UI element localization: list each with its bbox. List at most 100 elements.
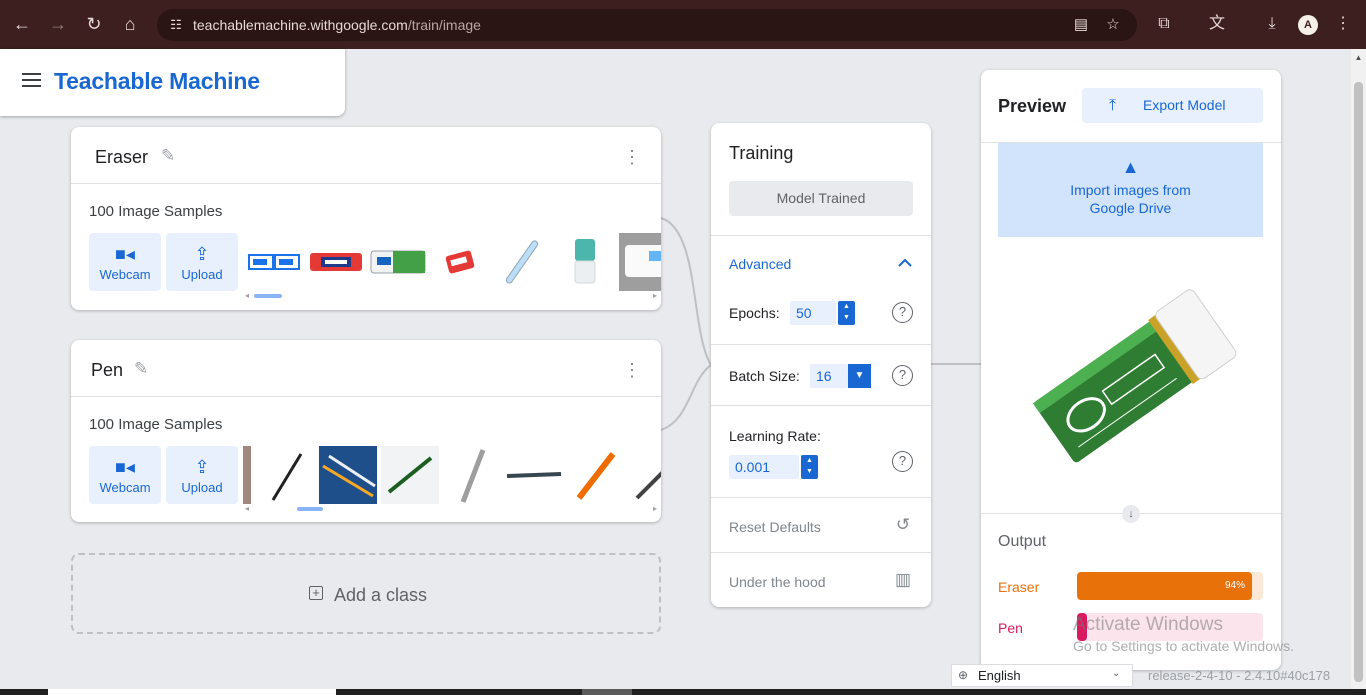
upload-icon: ⇪ [194,244,210,264]
output-label-eraser: Eraser [998,579,1040,595]
sample-thumbnail[interactable] [629,446,661,504]
advanced-toggle[interactable]: Advanced [729,256,791,272]
webcam-icon: ■◂ [115,457,135,477]
windows-activation-title: Activate Windows [1073,614,1223,635]
back-icon[interactable]: ← [10,12,34,36]
webcam-icon: ■◂ [115,244,135,264]
upload-button[interactable]: ⇪ Upload [166,446,238,504]
training-title: Training [729,143,794,163]
import-google-drive-button[interactable]: ▲ Import images from Google Drive [998,143,1263,237]
divider [711,497,931,498]
confidence-bar-eraser: 94% [1077,572,1263,600]
scroll-left-icon[interactable]: ◂ [245,504,249,513]
windows-activation-subtitle: Go to Settings to activate Windows. [1073,638,1294,654]
globe-icon: ⊕ [958,668,969,682]
url-text[interactable]: teachablemachine.withgoogle.com/train/im… [193,17,481,33]
class-title-row: Eraser ✎ ⋮ [71,127,661,184]
under-the-hood-button[interactable]: Under the hood [729,574,826,590]
batch-size-select[interactable]: 16 [810,364,848,388]
edit-pencil-icon[interactable]: ✎ [161,146,181,166]
divider [711,552,931,553]
more-options-icon[interactable]: ⋮ [623,147,641,167]
url-path: /train/image [407,17,481,33]
webcam-button[interactable]: ■◂ Webcam [89,233,161,291]
train-model-button[interactable]: Model Trained [729,181,913,216]
more-options-icon[interactable]: ⋮ [623,360,641,380]
export-icon: ⤒ [1109,97,1117,114]
forward-icon[interactable]: → [46,12,70,36]
bookmark-star-icon[interactable]: ☆ [1103,15,1123,35]
preview-panel: Preview ⤒ Export Model ▲ Import images f… [981,70,1281,670]
sample-thumbnail[interactable] [369,233,427,291]
history-icon[interactable]: ↺ [893,515,913,535]
sample-thumbnail[interactable] [245,233,303,291]
sample-thumbnail[interactable] [307,233,365,291]
site-info-icon[interactable]: ☷ [167,16,185,34]
learning-rate-stepper[interactable]: ▲ ▼ [801,455,818,479]
edit-pencil-icon[interactable]: ✎ [134,359,154,379]
scroll-left-icon[interactable]: ◂ [245,291,249,300]
sample-thumbnails[interactable] [243,229,661,295]
sample-thumbnail[interactable] [493,233,551,291]
webcam-label: Webcam [99,267,151,282]
learning-rate-input[interactable]: 0.001 [729,455,799,479]
scrollbar-thumb[interactable] [1354,82,1363,682]
sample-thumbnail[interactable] [257,446,315,504]
epochs-input[interactable]: 50 [790,301,836,325]
sample-thumbnail[interactable] [567,446,625,504]
scroll-up-icon[interactable]: ▲ [1354,53,1363,62]
webcam-label: Webcam [99,480,151,495]
export-model-button[interactable]: ⤒ Export Model [1082,88,1263,123]
webcam-button[interactable]: ■◂ Webcam [89,446,161,504]
thumbnail-scrollbar[interactable] [254,294,282,298]
class-title-row: Pen ✎ ⋮ [71,340,661,397]
sample-thumbnail[interactable] [505,446,563,504]
download-icon[interactable]: ⤓ [1260,12,1284,36]
scroll-right-icon[interactable]: ▸ [653,504,657,513]
upload-button[interactable]: ⇪ Upload [166,233,238,291]
preview-title: Preview [998,96,1067,116]
reload-icon[interactable]: ↻ [82,12,106,36]
confidence-percent: 94% [1225,580,1246,591]
profile-avatar[interactable]: A [1298,15,1318,35]
epochs-stepper[interactable]: ▲ ▼ [838,301,855,325]
sample-thumbnail[interactable] [443,446,501,504]
sample-count: 100 Image Samples [89,203,223,220]
arrow-down-icon: ↓ [1122,505,1140,523]
sample-thumbnail[interactable] [619,233,661,291]
sample-thumbnail[interactable] [555,233,613,291]
upload-label: Upload [181,267,223,282]
thumbnail-scrollbar[interactable] [297,507,323,511]
browser-toolbar: ← → ↻ ⌂ ☷ teachablemachine.withgoogle.co… [0,0,1366,49]
add-class-button[interactable]: + Add a class [71,553,661,634]
home-icon[interactable]: ⌂ [118,12,142,36]
menu-icon[interactable]: ⋮ [1331,12,1355,36]
address-bar[interactable]: ☷ teachablemachine.withgoogle.com/train/… [157,9,1137,41]
clipboard-icon[interactable]: ▤ [1071,15,1091,35]
release-version: release-2-4-10 - 2.4.10#40c178 [1148,668,1331,683]
help-icon[interactable]: ? [892,302,913,323]
sample-thumbnail[interactable] [243,446,251,504]
output-label-pen: Pen [998,620,1023,636]
translate-icon[interactable]: 文 [1205,12,1229,36]
bar-chart-icon[interactable]: ▥ [893,570,913,590]
chevron-down-icon[interactable]: ▼ [848,364,871,388]
help-icon[interactable]: ? [892,451,913,472]
class-name[interactable]: Pen [91,360,123,381]
extensions-icon[interactable]: ⧉ [1152,12,1176,36]
hamburger-menu-icon[interactable] [22,73,41,87]
scroll-right-icon[interactable]: ▸ [653,291,657,300]
help-icon[interactable]: ? [892,365,913,386]
class-name[interactable]: Eraser [95,147,148,168]
sample-thumbnail[interactable] [319,446,377,504]
chevron-down-icon: ⌄ [1112,668,1121,679]
sample-thumbnails[interactable] [243,442,661,508]
app-title[interactable]: Teachable Machine [54,68,260,95]
sample-thumbnail[interactable] [431,233,489,291]
language-select[interactable]: ⊕ English ⌄ [951,664,1133,687]
chevron-up-icon[interactable] [895,253,915,273]
page-scrollbar[interactable]: ▲ [1351,49,1366,689]
sample-thumbnail[interactable] [381,446,439,504]
epochs-label: Epochs: [729,305,780,321]
reset-defaults-button[interactable]: Reset Defaults [729,519,821,535]
